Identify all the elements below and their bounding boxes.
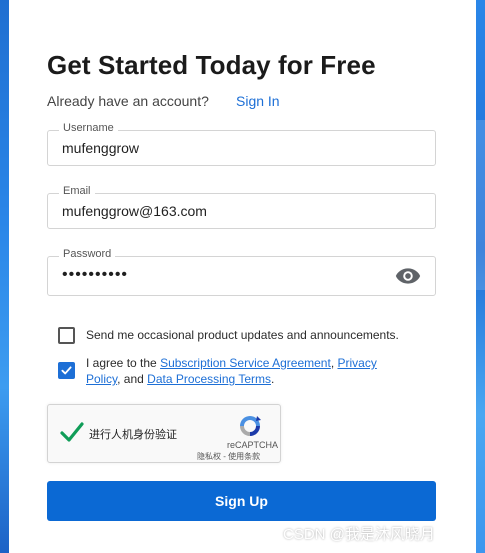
subscription-agreement-link[interactable]: Subscription Service Agreement bbox=[160, 356, 331, 370]
password-value: •••••••••• bbox=[62, 266, 129, 283]
agree-sep1: , bbox=[330, 356, 338, 370]
username-label: Username bbox=[59, 122, 118, 134]
agree-checkbox-label: I agree to the Subscription Service Agre… bbox=[86, 355, 406, 387]
agree-prefix: I agree to the bbox=[86, 356, 161, 370]
page-title: Get Started Today for Free bbox=[47, 50, 376, 80]
signup-card: Get Started Today for Free Already have … bbox=[9, 0, 476, 553]
data-processing-terms-link[interactable]: Data Processing Terms bbox=[147, 372, 271, 386]
background-right-accent bbox=[476, 120, 485, 290]
email-label: Email bbox=[59, 185, 95, 197]
email-value: mufenggrow@163.com bbox=[62, 203, 207, 219]
agree-sep2: , and bbox=[117, 372, 148, 386]
email-field[interactable]: mufenggrow@163.com bbox=[47, 193, 436, 229]
recaptcha-widget: 进行人机身份验证 reCAPTCHA 隐私权 - 使用条款 bbox=[47, 404, 281, 463]
recaptcha-logo-icon bbox=[240, 416, 261, 436]
recaptcha-checkmark-icon[interactable] bbox=[60, 421, 84, 443]
recaptcha-brand: reCAPTCHA bbox=[227, 440, 279, 450]
password-field[interactable]: •••••••••• bbox=[47, 256, 436, 296]
username-field[interactable]: mufenggrow bbox=[47, 130, 436, 166]
sign-up-button[interactable]: Sign Up bbox=[47, 481, 436, 521]
background-left-panel bbox=[0, 0, 9, 553]
watermark: CSDN @我是沐风晓月 bbox=[283, 526, 435, 543]
agree-checkbox[interactable] bbox=[58, 362, 75, 379]
already-account-text: Already have an account? bbox=[47, 93, 209, 109]
username-value: mufenggrow bbox=[62, 140, 140, 156]
sign-in-link[interactable]: Sign In bbox=[236, 93, 280, 109]
checkmark-icon bbox=[61, 366, 72, 375]
updates-checkbox[interactable] bbox=[58, 327, 75, 344]
agree-suffix: . bbox=[270, 372, 275, 386]
updates-checkbox-label: Send me occasional product updates and a… bbox=[86, 328, 399, 342]
recaptcha-terms[interactable]: 隐私权 - 使用条款 bbox=[197, 451, 260, 462]
eye-icon[interactable] bbox=[395, 267, 421, 285]
recaptcha-label: 进行人机身份验证 bbox=[89, 429, 177, 441]
password-label: Password bbox=[59, 248, 116, 260]
